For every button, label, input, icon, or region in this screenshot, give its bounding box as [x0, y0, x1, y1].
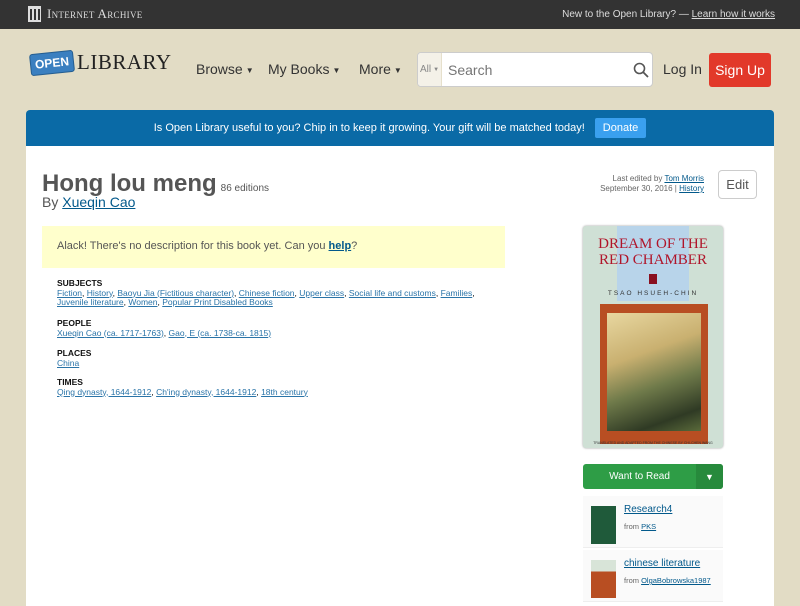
book-cover[interactable]: DREAM OF THE RED CHAMBER TSAO HSUEH-CHIN…: [583, 226, 723, 448]
brand-text: Internet Archive: [47, 6, 143, 21]
subject-link[interactable]: 18th century: [261, 387, 308, 397]
separator: |: [674, 184, 677, 193]
list-owner: from OlgaBobrowska1987: [624, 576, 711, 585]
section-links: Qing dynasty, 1644-1912, Ch'ing dynasty,…: [57, 386, 308, 397]
people-section: PEOPLE Xueqin Cao (ca. 1717-1763), Gao, E…: [57, 318, 497, 338]
search-bar: All ▼: [417, 52, 653, 87]
list-item: chinese literature from OlgaBobrowska198…: [583, 550, 723, 602]
section-heading: PLACES: [57, 348, 92, 358]
open-library-logo[interactable]: OPEN LIBRARY: [28, 49, 172, 76]
byline: By Xueqin Cao: [42, 194, 135, 210]
subject-link[interactable]: Gao, E (ca. 1738-ca. 1815): [169, 328, 272, 338]
work-page: Hong lou meng 86 editions By Xueqin Cao L…: [26, 146, 774, 606]
by-label: By: [42, 194, 59, 210]
caret-down-icon: ▼: [393, 65, 402, 75]
cover-title: DREAM OF THE RED CHAMBER: [598, 236, 708, 268]
list-thumbnail[interactable]: [591, 560, 616, 598]
subject-link[interactable]: Social life and customs: [349, 288, 436, 298]
subject-link[interactable]: History: [87, 288, 113, 298]
list-item: Research4 from PKS: [583, 496, 723, 548]
search-icon[interactable]: [629, 53, 652, 86]
notice-text: Alack! There's no description for this b…: [57, 240, 326, 252]
nav-label: Browse: [196, 61, 243, 77]
subject-link[interactable]: Women: [128, 297, 157, 307]
nav-my-books[interactable]: My Books ▼: [268, 61, 340, 77]
caret-down-icon: ▼: [705, 471, 714, 482]
cover-author: TSAO HSUEH-CHIN: [607, 290, 699, 297]
reading-status-dropdown[interactable]: ▼: [696, 464, 723, 489]
login-link[interactable]: Log In: [663, 61, 702, 77]
banner-text: Is Open Library useful to you? Chip in t…: [153, 122, 585, 134]
subject-link[interactable]: Juvenile literature: [57, 297, 124, 307]
section-links: China: [57, 358, 497, 369]
learn-link[interactable]: Learn how it works: [692, 9, 775, 20]
new-to-ol: New to the Open Library? — Learn how it …: [562, 9, 775, 20]
nav-browse[interactable]: Browse ▼: [196, 61, 254, 77]
subject-link[interactable]: Xueqin Cao (ca. 1717-1763): [57, 328, 164, 338]
logo-library-text: LIBRARY: [77, 50, 172, 74]
author-link[interactable]: Xueqin Cao: [62, 194, 135, 210]
caret-down-icon: ▼: [332, 65, 341, 75]
archive-building-icon: [28, 6, 41, 22]
from-label: from: [624, 576, 639, 585]
subject-link[interactable]: China: [57, 358, 79, 368]
times-section: TIMES Qing dynasty, 1644-1912, Ch'ing dyn…: [57, 377, 497, 397]
top-bar: Internet Archive New to the Open Library…: [0, 0, 800, 29]
owner-link[interactable]: OlgaBobrowska1987: [641, 576, 711, 585]
cover-painting: [607, 313, 701, 431]
work-title: Hong lou meng: [42, 170, 217, 197]
from-label: from: [624, 522, 639, 531]
editor-link[interactable]: Tom Morris: [664, 174, 704, 183]
last-edited-label: Last edited by: [612, 174, 663, 183]
places-section: PLACES China: [57, 348, 497, 369]
nav-label: My Books: [268, 61, 330, 77]
nav-label: More: [359, 61, 391, 77]
caret-down-icon: ▼: [245, 65, 254, 75]
subject-link[interactable]: Fiction: [57, 288, 82, 298]
logo-open-sign: OPEN: [28, 49, 76, 76]
subject-link[interactable]: Baoyu Jia (Fictitious character): [117, 288, 234, 298]
subjects-section: SUBJECTS Fiction, History, Baoyu Jia (Fic…: [57, 278, 497, 308]
caret-down-icon: ▼: [433, 66, 440, 73]
list-name-link[interactable]: chinese literature: [624, 558, 700, 569]
notice-end: ?: [351, 240, 358, 252]
subject-link[interactable]: Ch'ing dynasty, 1644-1912: [156, 387, 256, 397]
owner-link[interactable]: PKS: [641, 522, 656, 531]
history-link[interactable]: History: [679, 184, 704, 193]
scope-label: All: [419, 64, 432, 75]
internet-archive-link[interactable]: Internet Archive: [28, 6, 143, 22]
edit-button[interactable]: Edit: [718, 170, 757, 199]
subject-link[interactable]: Popular Print Disabled Books: [162, 297, 273, 307]
no-description-notice: Alack! There's no description for this b…: [42, 226, 505, 268]
search-input[interactable]: [442, 53, 629, 86]
signup-button[interactable]: Sign Up: [709, 53, 771, 87]
section-links: Fiction, History, Baoyu Jia (Fictitious …: [57, 287, 475, 307]
want-to-read-button[interactable]: Want to Read: [583, 464, 696, 489]
list-name-link[interactable]: Research4: [624, 504, 672, 515]
cover-translator: TRANSLATED AND ADAPTED FROM THE CHINESE …: [593, 441, 713, 445]
section-links: Xueqin Cao (ca. 1717-1763), Gao, E (ca. …: [57, 327, 272, 338]
nav-more[interactable]: More ▼: [359, 61, 402, 77]
donate-button[interactable]: Donate: [594, 118, 647, 138]
subject-link[interactable]: Families: [441, 288, 473, 298]
new-text: New to the Open Library? —: [562, 9, 689, 20]
list-owner: from PKS: [624, 522, 656, 531]
last-edited: Last edited by Tom Morris September 30, …: [586, 174, 704, 194]
cover-seal-icon: [649, 274, 657, 284]
subject-link[interactable]: Chinese fiction: [239, 288, 295, 298]
list-thumbnail[interactable]: [591, 506, 616, 544]
subject-link[interactable]: Qing dynasty, 1644-1912: [57, 387, 151, 397]
editions-count: 86 editions: [220, 183, 270, 194]
want-to-read-control: Want to Read ▼: [583, 464, 723, 489]
donation-banner: Is Open Library useful to you? Chip in t…: [26, 110, 774, 146]
edit-date: September 30, 2016: [600, 184, 673, 193]
help-link[interactable]: help: [329, 240, 352, 252]
subject-link[interactable]: Upper class: [299, 288, 344, 298]
search-scope-select[interactable]: All ▼: [418, 53, 442, 86]
